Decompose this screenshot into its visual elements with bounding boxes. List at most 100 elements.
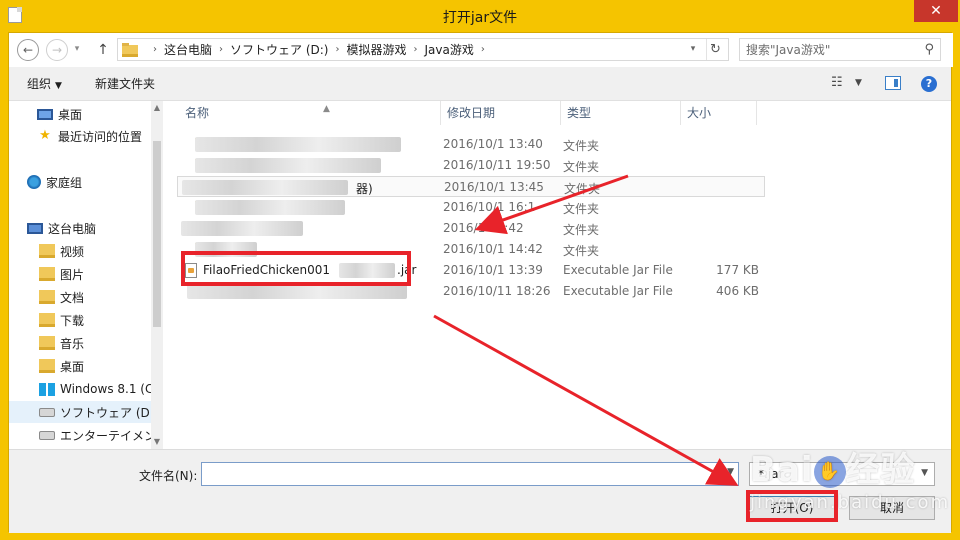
list-item[interactable]: FilaoFriedChicken001 .jar 2016/10/1 13:3… [177, 260, 759, 281]
view-options-icon[interactable]: ☷ [831, 75, 843, 90]
redacted-filename [195, 242, 257, 257]
breadcrumb-separator[interactable]: › [481, 44, 485, 55]
star-icon: ★ [39, 128, 51, 143]
cancel-button[interactable]: 取消 [849, 496, 935, 520]
chevron-down-icon[interactable]: ▼ [727, 467, 734, 477]
organize-button[interactable]: 组织 ▼ [27, 75, 62, 92]
redacted-filename [195, 200, 345, 215]
list-item[interactable]: 2016/10/11 19:50 文件夹 [177, 155, 757, 176]
nav-item-videos[interactable]: 视频 [9, 240, 151, 262]
nav-item-drive-c[interactable]: Windows 8.1 (C [9, 378, 153, 400]
navigation-pane: 桌面 ★ 最近访问的位置 家庭组 这台电脑 视频 图片 文档 下载 音乐 桌面 … [9, 101, 163, 449]
nav-item-desktop[interactable]: 桌面 [9, 103, 151, 125]
chevron-down-icon[interactable]: ▼ [921, 468, 928, 478]
nav-item-pictures[interactable]: 图片 [9, 263, 151, 285]
help-icon[interactable]: ? [921, 76, 937, 92]
file-size: 406 KB [716, 284, 759, 298]
file-extension: .jar [397, 263, 417, 277]
list-item[interactable]: 2016/10/1 14:42 文件夹 [177, 239, 757, 260]
redacted-filename [181, 221, 303, 236]
column-header-date[interactable]: 修改日期 [441, 101, 561, 125]
address-history-chevron-icon[interactable]: ▾ [684, 39, 702, 60]
folder-icon [39, 267, 55, 281]
file-size: 177 KB [716, 263, 759, 277]
nav-item-label: 家庭组 [46, 175, 83, 190]
nav-item-downloads[interactable]: 下载 [9, 309, 151, 331]
redacted-filename [195, 158, 381, 173]
nav-item-label: エンターテイメン [60, 428, 157, 443]
file-name-bar: 文件名(N): ▼ *.jar ▼ 打开(O) 取消 [9, 449, 951, 533]
breadcrumb-separator[interactable]: › [414, 44, 418, 55]
nav-item-desktop-folder[interactable]: 桌面 [9, 355, 151, 377]
nav-item-music[interactable]: 音乐 [9, 332, 151, 354]
list-item[interactable]: 器) 2016/10/1 13:45 文件夹 [177, 176, 765, 197]
address-row: ← → ▾ ↑ › 这台电脑 › ソフトウェア (D:) › 模拟器游戏 › J… [9, 33, 953, 67]
nav-item-drive-e[interactable]: エンターテイメン [9, 424, 156, 446]
column-header-label: 名称 [185, 106, 210, 120]
column-header-type[interactable]: 类型 [561, 101, 681, 125]
nav-item-label: 图片 [60, 267, 85, 282]
drive-icon [39, 430, 55, 440]
scroll-up-icon[interactable]: ▲ [151, 101, 163, 115]
list-item[interactable]: 2016/10/11 18:26 Executable Jar File 406… [177, 281, 759, 302]
refresh-icon[interactable]: ↻ [706, 39, 724, 60]
windows-drive-icon [39, 382, 55, 396]
search-box[interactable]: ⚲ [739, 38, 941, 61]
redacted-filename [339, 263, 395, 278]
breadcrumb-item[interactable]: 模拟器游戏 [346, 41, 406, 58]
list-item[interactable]: 2016/10/1 16:1 文件夹 [177, 197, 757, 218]
search-input[interactable] [740, 39, 910, 60]
nav-item-label: 音乐 [60, 336, 85, 351]
close-button[interactable]: ✕ [914, 0, 958, 22]
nav-item-this-pc[interactable]: 这台电脑 [9, 217, 151, 239]
file-name: 器) [356, 182, 373, 196]
scrollbar-thumb[interactable] [153, 141, 161, 327]
new-folder-button[interactable]: 新建文件夹 [95, 75, 155, 92]
list-item[interactable]: 2016/10/1 13:40 文件夹 [177, 134, 757, 155]
nav-item-documents[interactable]: 文档 [9, 286, 151, 308]
window-title: 打开jar文件 [442, 10, 518, 26]
nav-item-recent-places[interactable]: ★ 最近访问的位置 [9, 125, 151, 147]
recent-locations-chevron-icon[interactable]: ▾ [71, 42, 83, 56]
column-header-size[interactable]: 大小 [681, 101, 757, 125]
open-button[interactable]: 打开(O) [749, 496, 835, 520]
column-header-name[interactable]: 名称 ▲ [179, 101, 441, 125]
breadcrumb-separator[interactable]: › [335, 44, 339, 55]
forward-button[interactable]: → [46, 39, 68, 61]
nav-item-label: ソフトウェア (D [60, 405, 150, 420]
organize-label: 组织 [27, 77, 52, 91]
file-date: 2016/10/11 19:50 [443, 158, 551, 172]
file-date: 2016/10/1 13:45 [444, 180, 544, 194]
breadcrumb-item[interactable]: ソフトウェア (D:) [230, 41, 328, 58]
redacted-filename [195, 137, 401, 152]
preview-pane-icon[interactable] [885, 76, 901, 90]
nav-item-label: 文档 [60, 290, 85, 305]
filename-input[interactable] [202, 463, 712, 485]
back-button[interactable]: ← [17, 39, 39, 61]
file-type-filter[interactable]: *.jar ▼ [749, 462, 935, 486]
breadcrumb-item[interactable]: 这台电脑 [164, 41, 212, 58]
list-item[interactable]: 2016/1 13:42 文件夹 [177, 218, 757, 239]
file-type: 文件夹 [563, 202, 600, 216]
filename-label: 文件名(N): [139, 469, 198, 483]
chevron-down-icon[interactable]: ▼ [855, 78, 862, 88]
up-button[interactable]: ↑ [95, 41, 111, 59]
drive-icon [39, 407, 55, 417]
filename-combobox[interactable]: ▼ [201, 462, 739, 486]
monitor-icon [37, 108, 53, 120]
breadcrumb-separator[interactable]: › [219, 44, 223, 55]
file-date: 2016/10/1 16:1 [443, 200, 536, 214]
scroll-down-icon[interactable]: ▼ [151, 435, 163, 449]
navigation-scrollbar[interactable]: ▲ ▼ [151, 101, 163, 449]
nav-item-homegroup[interactable]: 家庭组 [9, 171, 151, 193]
nav-item-drive-d[interactable]: ソフトウェア (D [9, 401, 151, 423]
address-bar[interactable]: › 这台电脑 › ソフトウェア (D:) › 模拟器游戏 › Java游戏 › … [117, 38, 729, 61]
search-icon[interactable]: ⚲ [924, 42, 934, 57]
file-type: 文件夹 [563, 139, 600, 153]
breadcrumb: › 这台电脑 › ソフトウェア (D:) › 模拟器游戏 › Java游戏 › [146, 39, 492, 60]
breadcrumb-item[interactable]: Java游戏 [425, 41, 474, 58]
folder-icon [39, 359, 55, 373]
nav-item-label: 桌面 [60, 359, 85, 374]
command-bar: 组织 ▼ 新建文件夹 ☷ ▼ ? [9, 67, 951, 101]
file-date: 2016/10/11 18:26 [443, 284, 551, 298]
